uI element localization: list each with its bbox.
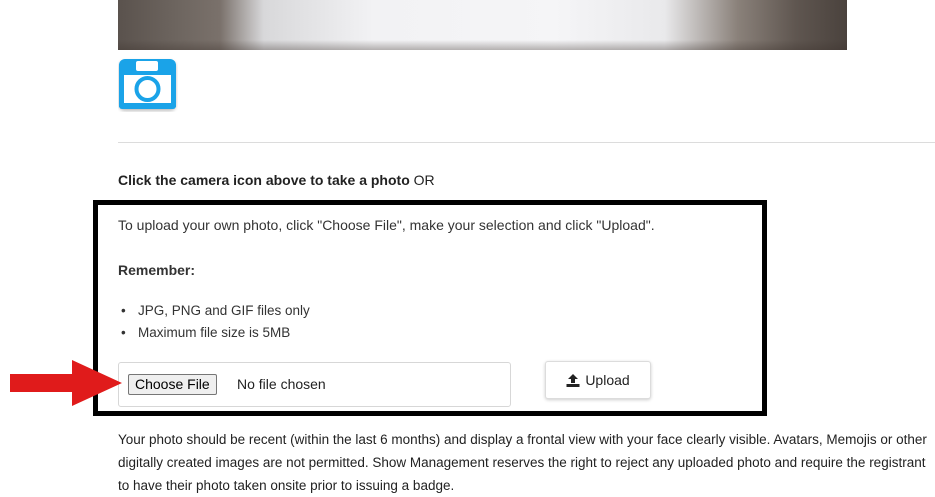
file-rule-formats: JPG, PNG and GIF files only: [118, 303, 310, 325]
file-status-text: No file chosen: [237, 376, 326, 392]
red-arrow-icon: [10, 360, 122, 406]
capture-instruction: Click the camera icon above to take a ph…: [118, 172, 435, 188]
file-rules-list: JPG, PNG and GIF files only Maximum file…: [118, 303, 310, 347]
capture-instruction-or: OR: [413, 172, 435, 188]
webcam-preview: [118, 0, 847, 50]
file-rule-size: Maximum file size is 5MB: [118, 325, 310, 347]
choose-file-button[interactable]: Choose File: [128, 374, 217, 395]
camera-icon: [119, 59, 176, 109]
webcam-preview-shade: [118, 40, 847, 50]
upload-icon: [566, 373, 580, 387]
upload-button[interactable]: Upload: [545, 361, 651, 399]
upload-button-label: Upload: [585, 372, 630, 388]
take-photo-button[interactable]: [118, 57, 178, 112]
section-divider: [118, 142, 935, 143]
photo-policy-text: Your photo should be recent (within the …: [118, 432, 927, 493]
capture-instruction-text: Click the camera icon above to take a ph…: [118, 172, 410, 188]
remember-label: Remember:: [118, 262, 196, 278]
upload-intro-text: To upload your own photo, click "Choose …: [118, 217, 655, 233]
